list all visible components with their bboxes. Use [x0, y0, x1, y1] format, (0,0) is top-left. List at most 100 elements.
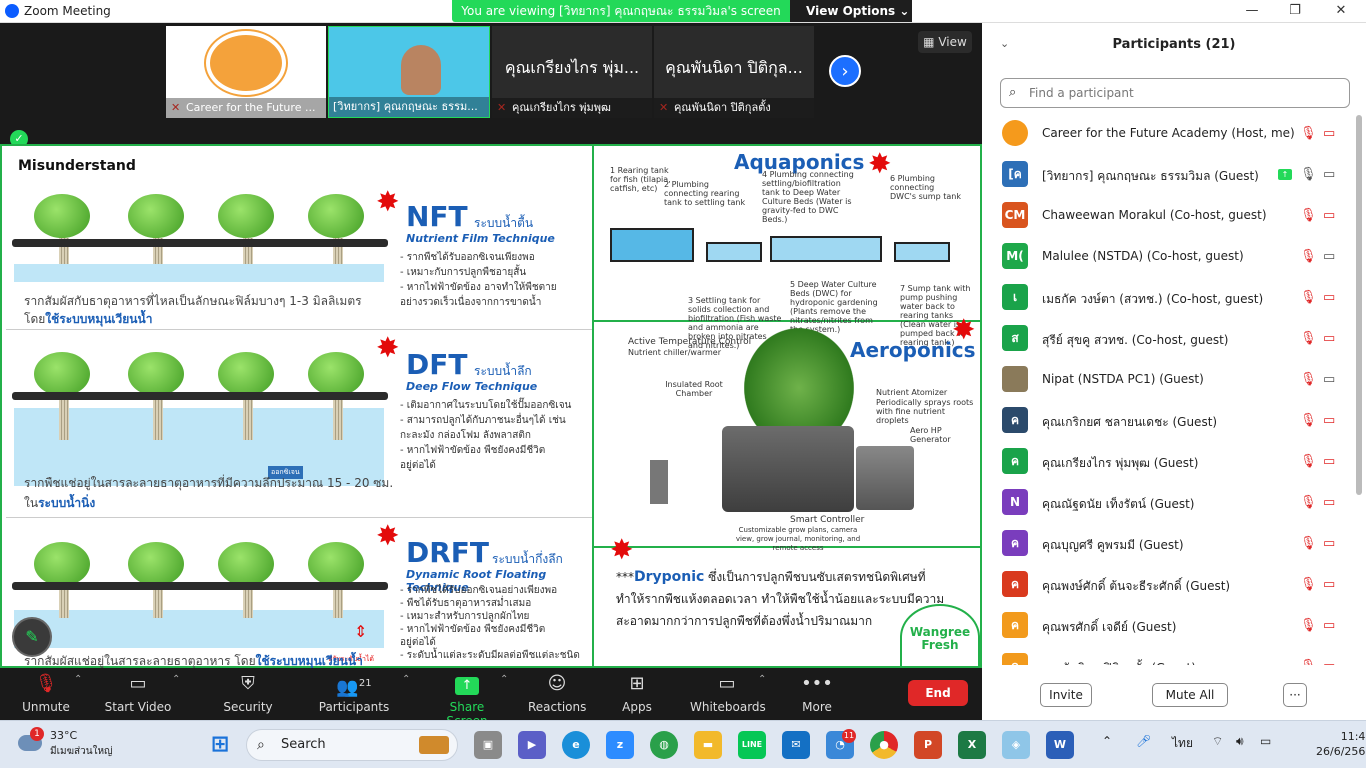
muted-mic-icon[interactable]: 🎙︎	[1300, 126, 1317, 141]
video-off-icon[interactable]: ▭	[1323, 659, 1335, 665]
thumbnail-participant[interactable]: คุณพันนิดา ปิติกุล... ✕ คุณพันนิดา ปิติก…	[654, 26, 814, 118]
thumbnail-participant[interactable]: คุณเกรียงไกร พุ่ม... ✕ คุณเกรียงไกร พุ่ม…	[492, 26, 652, 118]
teams-icon[interactable]: ▶	[518, 731, 546, 759]
security-button[interactable]: ⛨ Security	[220, 672, 276, 718]
excel-icon[interactable]: X	[958, 731, 986, 759]
maximize-button[interactable]: ❐	[1280, 2, 1310, 20]
language-indicator[interactable]: ไทย	[1172, 734, 1193, 753]
start-menu-icon[interactable]: ⊞	[206, 731, 234, 759]
globe-icon[interactable]: ◍	[650, 731, 678, 759]
invite-button[interactable]: Invite	[1040, 683, 1092, 707]
next-page-button[interactable]: ›	[829, 55, 861, 87]
zoom-app-icon[interactable]: z	[606, 731, 634, 759]
video-off-icon[interactable]: ▭	[1323, 249, 1335, 264]
mute-all-button[interactable]: Mute All	[1152, 683, 1228, 707]
video-off-icon[interactable]: ▭	[1323, 454, 1335, 469]
video-off-icon[interactable]: ▭	[1323, 331, 1335, 346]
muted-mic-icon[interactable]: 🎙︎	[1300, 208, 1317, 223]
unmute-button[interactable]: 🎙 Unmute	[16, 672, 76, 718]
participant-row[interactable]: M(Malulee (NSTDA) (Co-host, guest) 🎙︎ ▭	[982, 238, 1352, 279]
video-off-icon[interactable]: ▭	[1323, 495, 1335, 510]
thumbnail-host[interactable]: ✕ Career for the Future ...	[166, 26, 326, 118]
end-meeting-button[interactable]: End	[908, 680, 968, 706]
thumbnail-speaker[interactable]: [วิทยากร] คุณกฤษณะ ธรรม...	[328, 26, 490, 118]
start-video-button[interactable]: ▭ Start Video	[104, 672, 172, 718]
panel-more-button[interactable]: ···	[1283, 683, 1307, 707]
powerpoint-icon[interactable]: P	[914, 731, 942, 759]
participant-row[interactable]: ค คุณเกรียงไกร พุ่มพุฒ (Guest) 🎙︎ ▭	[982, 443, 1352, 484]
video-off-icon[interactable]: ▭	[1323, 372, 1335, 387]
taskbar-clock[interactable]: 11:41 26/6/2566	[1316, 729, 1366, 759]
clock-time: 11:41	[1340, 730, 1366, 743]
muted-mic-icon[interactable]: 🎙︎	[1300, 536, 1317, 551]
audio-options-chevron-icon[interactable]: ⌃	[74, 674, 82, 685]
banner-message: You are viewing [วิทยากร] คุณกฤษณะ ธรรมว…	[461, 4, 781, 18]
participant-row[interactable]: Career for the Future Academy (Host, me)…	[982, 115, 1352, 156]
volume-icon[interactable]: 🔊︎	[1236, 734, 1244, 749]
participant-row[interactable]: Nipat (NSTDA PC1) (Guest) 🎙︎ ▭	[982, 361, 1352, 402]
muted-mic-icon[interactable]: 🎙︎	[1300, 413, 1317, 428]
wifi-icon[interactable]: ⌔	[1212, 734, 1223, 749]
muted-mic-icon[interactable]: 🎙︎	[1300, 290, 1317, 305]
share-options-chevron-icon[interactable]: ⌃	[500, 674, 508, 685]
video-off-icon[interactable]: ▭	[1323, 126, 1335, 141]
word-icon[interactable]: W	[1046, 731, 1074, 759]
muted-mic-icon[interactable]: 🎙︎	[1300, 618, 1317, 633]
tray-chevron-icon[interactable]: ⌃	[1102, 734, 1112, 748]
video-off-icon[interactable]: ▭	[1323, 208, 1335, 223]
participant-row[interactable]: [ค [วิทยากร] คุณกฤษณะ ธรรมวิมล (Guest) ↑ 🎙︎…	[982, 156, 1352, 197]
video-off-icon[interactable]: ▭	[1323, 618, 1335, 633]
reactions-button[interactable]: ☺ Reactions	[528, 672, 586, 718]
participant-row[interactable]: คคุณพันนิดา ปิติกุลตั้ง (Guest) 🎙︎ ▭	[982, 648, 1352, 665]
slide-right-panel: Aquaponics ✸ 1 Rearing tank for fish (ti…	[592, 146, 982, 670]
edge-icon[interactable]: e	[562, 731, 590, 759]
video-off-icon[interactable]: ▭	[1323, 167, 1335, 182]
participant-row[interactable]: ค คุณพงษ์ศักดิ์ ต้นจะธีระศักดิ์ (Guest) 🎙︎…	[982, 566, 1352, 607]
participant-row[interactable]: ค คุณเกริกยศ ชลายนเดชะ (Guest) 🎙︎ ▭	[982, 402, 1352, 443]
weather-widget[interactable]: 1 33°C มีเมฆส่วนใหญ่	[18, 727, 128, 761]
participants-chevron-icon[interactable]: ⌃	[402, 674, 410, 685]
participant-row[interactable]: ส สุรีย์ สุขคู สวทช. (Co-host, guest) 🎙︎ ▭	[982, 320, 1352, 361]
more-button[interactable]: ••• More	[798, 672, 836, 718]
whiteboards-button[interactable]: ▭ Whiteboards	[690, 672, 766, 718]
whiteboards-chevron-icon[interactable]: ⌃	[758, 674, 766, 685]
participant-row[interactable]: CM Chaweewan Morakul (Co-host, guest) 🎙︎ ▭	[982, 197, 1352, 238]
file-explorer-icon[interactable]: ▬	[694, 731, 722, 759]
video-off-icon[interactable]: ▭	[1323, 290, 1335, 305]
video-off-icon[interactable]: ▭	[1323, 536, 1335, 551]
chrome-icon[interactable]: ●	[870, 731, 898, 759]
close-button[interactable]: ✕	[1326, 2, 1356, 20]
participants-button[interactable]: 👥21 Participants	[318, 672, 390, 718]
battery-icon[interactable]: ▭	[1260, 734, 1271, 748]
photos-icon[interactable]: ◈	[1002, 731, 1030, 759]
muted-mic-icon[interactable]: 🎙︎	[1300, 577, 1317, 592]
task-view-icon[interactable]: ▣	[474, 731, 502, 759]
muted-mic-icon[interactable]: 🎙︎	[1300, 249, 1317, 264]
microphone-icon[interactable]: 🎤︎	[1136, 734, 1151, 748]
share-screen-button[interactable]: ↑Share Screen	[428, 672, 506, 728]
apps-button[interactable]: ⊞ Apps	[618, 672, 656, 718]
muted-mic-icon[interactable]: 🎙︎	[1300, 372, 1317, 387]
participants-label: Participants	[318, 700, 390, 714]
line-app-icon[interactable]: LINE	[738, 731, 766, 759]
muted-mic-icon[interactable]: 🎙︎	[1300, 495, 1317, 510]
participant-list-scrollbar[interactable]	[1356, 115, 1362, 495]
view-button[interactable]: ▦ View	[918, 31, 972, 53]
participant-search-input[interactable]: ⌕ Find a participant	[1000, 78, 1350, 108]
annotate-pen-icon[interactable]: ✎	[12, 617, 52, 657]
mic-icon[interactable]: 🎙︎	[1300, 167, 1317, 182]
participant-row[interactable]: ค คุณบุญศรี คูพรมมี (Guest) 🎙︎ ▭	[982, 525, 1352, 566]
video-off-icon[interactable]: ▭	[1323, 577, 1335, 592]
participant-row[interactable]: ค คุณพรศักดิ์ เจดีย์ (Guest) 🎙︎ ▭	[982, 607, 1352, 648]
participant-row[interactable]: N คุณณัฐดนัย เท็งรัตน์ (Guest) 🎙︎ ▭	[982, 484, 1352, 525]
video-options-chevron-icon[interactable]: ⌃	[172, 674, 180, 685]
taskbar-search[interactable]: ⌕ Search	[246, 729, 458, 761]
video-off-icon[interactable]: ▭	[1323, 413, 1335, 428]
muted-mic-icon[interactable]: 🎙︎	[1300, 331, 1317, 346]
mail-icon[interactable]: ✉	[782, 731, 810, 759]
muted-mic-icon[interactable]: 🎙︎	[1300, 454, 1317, 469]
muted-mic-icon[interactable]: 🎙︎	[1300, 659, 1317, 665]
view-options-button[interactable]: View Options ⌄	[790, 0, 912, 22]
participant-row[interactable]: เ เมธกัค วงษ์ตา (สวทช.) (Co-host, guest) 🎙…	[982, 279, 1352, 320]
minimize-button[interactable]: —	[1237, 2, 1267, 20]
